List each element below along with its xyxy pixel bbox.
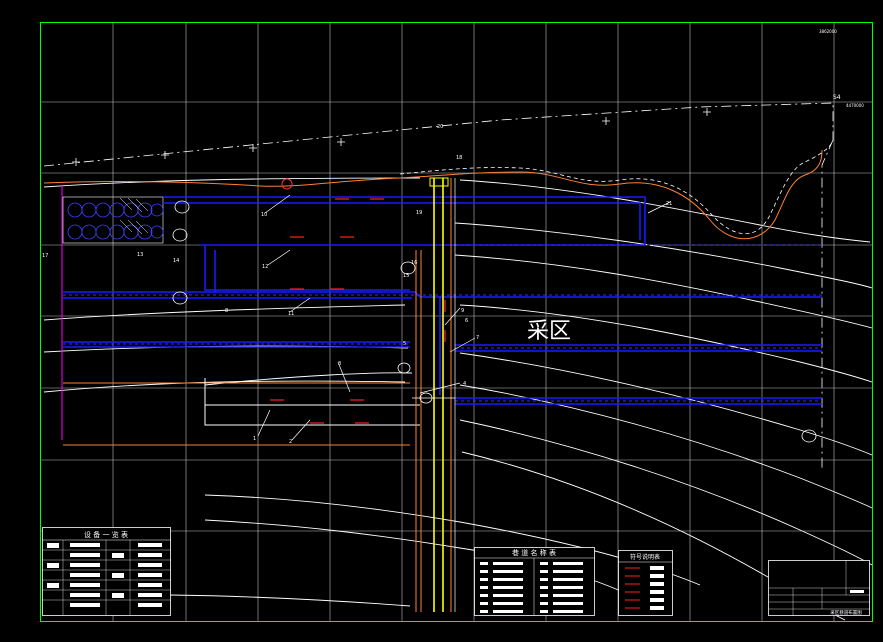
flow-arrows xyxy=(270,198,446,424)
label-19: 19 xyxy=(416,210,422,216)
label-17: 17 xyxy=(42,253,48,259)
survey-point-icon xyxy=(281,178,293,190)
coordinate-top-right: 3862000 xyxy=(819,29,837,34)
label-18: 18 xyxy=(456,155,462,161)
symbol-icons xyxy=(172,200,817,443)
corner-label: S4 xyxy=(833,94,841,101)
label-4: 4 xyxy=(463,381,466,387)
label-6: 6 xyxy=(465,318,468,324)
shaft-head xyxy=(429,177,449,187)
cad-drawing-canvas: 1 2 3 4 5 6 7 8 9 10 11 12 13 14 15 16 1… xyxy=(0,0,883,638)
label-3: 3 xyxy=(338,361,341,367)
terrain-outline xyxy=(43,149,823,240)
title-block: 采区巷道布置图 xyxy=(768,560,870,616)
tunnel-name-table: 巷 道 名 称 表 xyxy=(474,547,595,616)
main-shaft xyxy=(415,178,456,612)
label-15: 15 xyxy=(403,273,409,279)
label-14: 14 xyxy=(173,258,179,264)
label-16: 16 xyxy=(411,260,417,266)
equipment-table: 设 备 一 览 表 xyxy=(42,527,171,616)
equipment-table-title: 设 备 一 览 表 xyxy=(84,530,128,539)
terrain-outline-dashed xyxy=(399,139,834,235)
mining-area-label: 采区 xyxy=(527,319,571,344)
drawing-svg: 1 2 3 4 5 6 7 8 9 10 11 12 13 14 15 16 1… xyxy=(40,22,873,622)
label-13: 13 xyxy=(137,252,143,258)
label-9: 9 xyxy=(461,308,464,314)
boundary-crosses xyxy=(72,108,711,166)
label-7: 7 xyxy=(476,335,479,341)
label-2: 2 xyxy=(289,439,292,445)
label-20: 20 xyxy=(437,124,443,130)
tunnel-table-title: 巷 道 名 称 表 xyxy=(512,548,556,557)
label-11: 11 xyxy=(288,311,294,317)
label-5: 5 xyxy=(403,341,406,347)
label-21: 21 xyxy=(666,201,672,207)
title-block-caption: 采区巷道布置图 xyxy=(830,609,862,616)
symbol-legend-table: 符号说明表 xyxy=(618,550,673,616)
label-1: 1 xyxy=(253,436,256,442)
boundary-line xyxy=(43,102,834,470)
coordinate-right: 4470000 xyxy=(846,103,864,108)
label-10: 10 xyxy=(261,212,267,218)
label-12: 12 xyxy=(262,264,268,270)
label-8: 8 xyxy=(225,308,228,314)
symbol-table-title: 符号说明表 xyxy=(630,553,660,561)
